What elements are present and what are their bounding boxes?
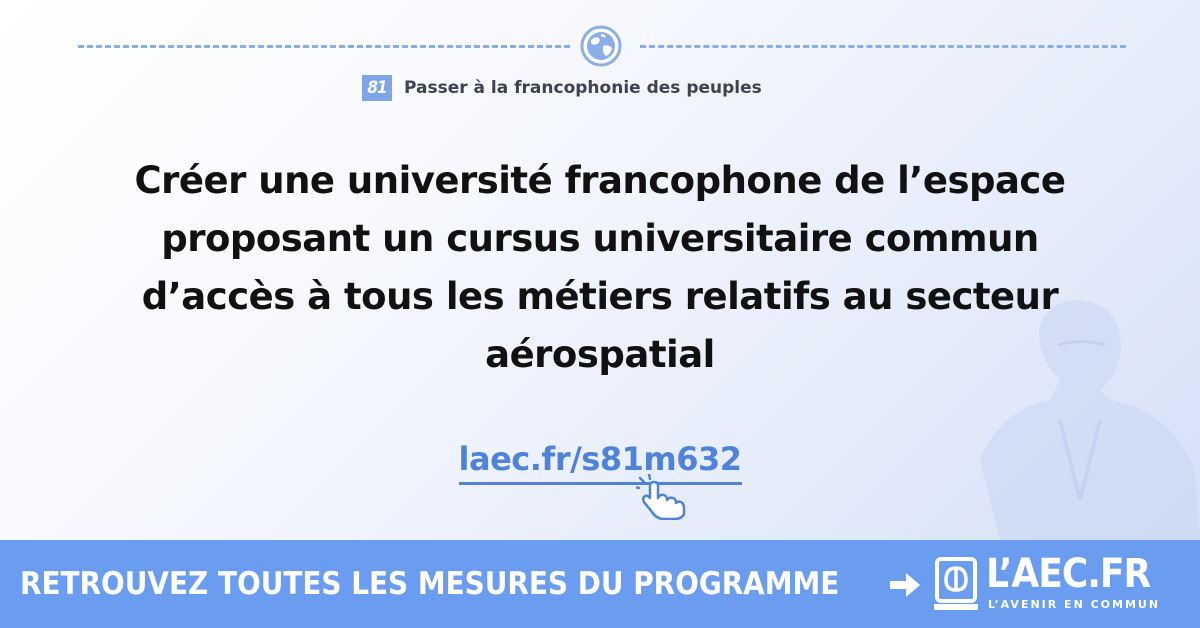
laec-logo-icon (934, 557, 978, 610)
measure-headline: Créer une université francophone de l’es… (40, 152, 1160, 384)
headline-line: d’accès à tous les métiers relatifs au s… (141, 275, 1059, 318)
program-cta-text: RETROUVEZ TOUTES LES MESURES DU PROGRAMM… (20, 566, 840, 602)
divider-right (640, 45, 1126, 48)
laec-logo-tagline: L’AVENIR EN COMMUN (988, 598, 1161, 611)
card-canvas: 81 Passer à la francophonie des peuples … (0, 0, 1200, 540)
chapter-heading: 81 Passer à la francophonie des peuples (362, 75, 762, 101)
globe-icon (580, 25, 622, 67)
link-container: laec.fr/s81m632 (0, 440, 1200, 485)
chapter-number-badge: 81 (362, 75, 392, 101)
headline-line: aérospatial (485, 333, 715, 376)
measure-link[interactable]: laec.fr/s81m632 (458, 440, 742, 485)
headline-line: proposant un cursus universitaire commun (161, 217, 1039, 260)
arrow-right-icon (890, 573, 920, 597)
headline-line: Créer une université francophone de l’es… (134, 159, 1066, 202)
divider-left (78, 45, 570, 48)
chapter-title: Passer à la francophonie des peuples (404, 78, 762, 98)
pointer-hand-icon (636, 474, 686, 520)
laec-logo-text: L’AEC.FR (986, 551, 1151, 597)
